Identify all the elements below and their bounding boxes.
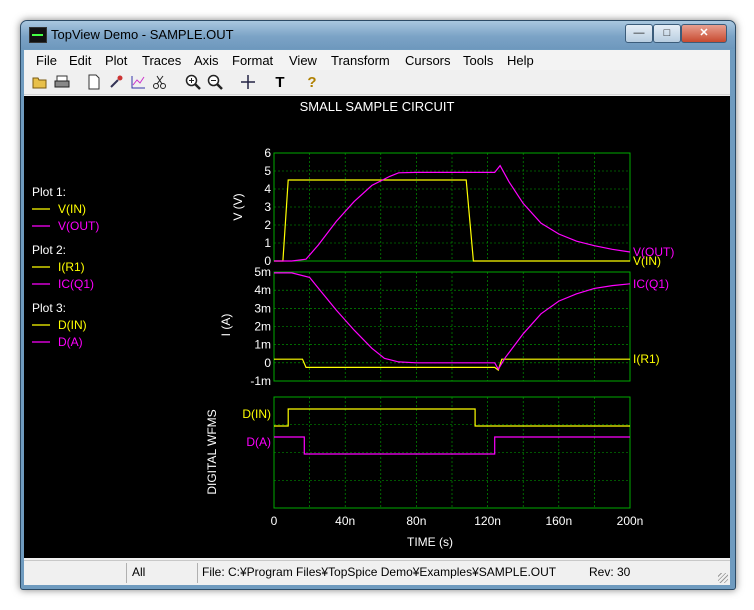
series-end-label: I(R1) (633, 352, 660, 366)
menu-cursors[interactable]: Cursors (405, 53, 451, 68)
resize-grip[interactable] (718, 573, 728, 583)
legend-entry: D(IN) (58, 318, 87, 332)
y-tick-label: 1 (264, 236, 271, 250)
legend-entry: V(IN) (58, 202, 86, 216)
legend-heading-1: Plot 1: (32, 185, 66, 199)
open-folder-icon[interactable] (31, 73, 49, 91)
plot-area[interactable]: SMALL SAMPLE CIRCUIT Plot 1: V(IN) V(OUT) P… (24, 96, 730, 558)
y-tick-label: 0 (264, 356, 271, 370)
menu-bar: File Edit Plot Traces Axis Format View T… (24, 50, 730, 70)
zoom-out-icon[interactable] (206, 73, 224, 91)
y-tick-label: 6 (264, 146, 271, 160)
menu-traces[interactable]: Traces (142, 53, 181, 68)
legend-entry: I(R1) (58, 260, 85, 274)
scissors-icon[interactable] (151, 73, 169, 91)
series-end-label: V(OUT) (633, 245, 674, 259)
text-tool-icon[interactable]: T (271, 73, 289, 91)
y-tick-label: 4 (264, 182, 271, 196)
y-tick-label: 4m (254, 283, 271, 297)
chart-icon[interactable] (129, 73, 147, 91)
menu-file[interactable]: File (36, 53, 57, 68)
legend-entry: IC(Q1) (58, 277, 94, 291)
client-area: File Edit Plot Traces Axis Format View T… (24, 50, 730, 585)
print-icon[interactable] (53, 73, 71, 91)
menu-transform[interactable]: Transform (331, 53, 390, 68)
menu-help[interactable]: Help (507, 53, 534, 68)
x-tick-label: 0 (271, 514, 278, 528)
series-label: D(IN) (242, 407, 271, 421)
menu-axis[interactable]: Axis (194, 53, 219, 68)
y-tick-label: 3m (254, 301, 271, 315)
y-tick-label: 1m (254, 338, 271, 352)
x-tick-label: 80n (406, 514, 426, 528)
menu-plot[interactable]: Plot (105, 53, 127, 68)
crosshair-cursor-icon[interactable] (239, 73, 257, 91)
y-tick-label: 2m (254, 320, 271, 334)
series-end-label: IC(Q1) (633, 277, 669, 291)
y-axis-label: V (V) (231, 193, 245, 220)
application-window: TopView Demo - SAMPLE.OUT — □ ✕ File Edi… (20, 20, 736, 590)
legend-heading-2: Plot 2: (32, 243, 66, 257)
legend-entry: V(OUT) (58, 219, 99, 233)
close-button[interactable]: ✕ (681, 24, 727, 43)
eyedropper-icon[interactable] (107, 73, 125, 91)
menu-view[interactable]: View (289, 53, 317, 68)
status-file: File: C:¥Program Files¥TopSpice Demo¥Exa… (202, 565, 557, 579)
minimize-button[interactable]: — (625, 24, 653, 43)
legend-heading-3: Plot 3: (32, 301, 66, 315)
y-tick-label: 5 (264, 164, 271, 178)
y-tick-label: 3 (264, 200, 271, 214)
y-axis-label: I (A) (219, 314, 233, 337)
status-divider (126, 563, 127, 583)
status-rev: Rev: 30 (589, 565, 631, 579)
y-tick-label: 5m (254, 265, 271, 279)
window-title: TopView Demo - SAMPLE.OUT (51, 27, 234, 42)
status-mode: All (132, 565, 146, 579)
legend-entry: D(A) (58, 335, 83, 349)
status-divider (197, 563, 198, 583)
menu-format[interactable]: Format (232, 53, 273, 68)
app-icon (29, 27, 47, 43)
menu-edit[interactable]: Edit (69, 53, 91, 68)
y-axis-label: DIGITAL WFMS (205, 409, 219, 494)
help-icon[interactable]: ? (303, 73, 321, 91)
x-tick-label: 40n (335, 514, 355, 528)
waveform-plot[interactable]: SMALL SAMPLE CIRCUIT Plot 1: V(IN) V(OUT) P… (24, 96, 730, 558)
toolbar: T ? (24, 70, 730, 95)
y-tick-label: -1m (250, 374, 271, 388)
maximize-button[interactable]: □ (653, 24, 681, 43)
series-label: D(A) (246, 435, 271, 449)
x-tick-label: 200n (617, 514, 644, 528)
new-document-icon[interactable] (85, 73, 103, 91)
y-tick-label: 2 (264, 218, 271, 232)
x-tick-label: 120n (474, 514, 501, 528)
title-bar[interactable]: TopView Demo - SAMPLE.OUT — □ ✕ (21, 21, 735, 49)
x-tick-label: 160n (545, 514, 572, 528)
x-axis-label: TIME (s) (407, 535, 453, 549)
zoom-in-icon[interactable] (184, 73, 202, 91)
series-line-V(IN) (274, 179, 630, 262)
status-bar: All File: C:¥Program Files¥TopSpice Demo… (24, 560, 730, 585)
plot-title: SMALL SAMPLE CIRCUIT (300, 99, 455, 114)
menu-tools[interactable]: Tools (463, 53, 493, 68)
